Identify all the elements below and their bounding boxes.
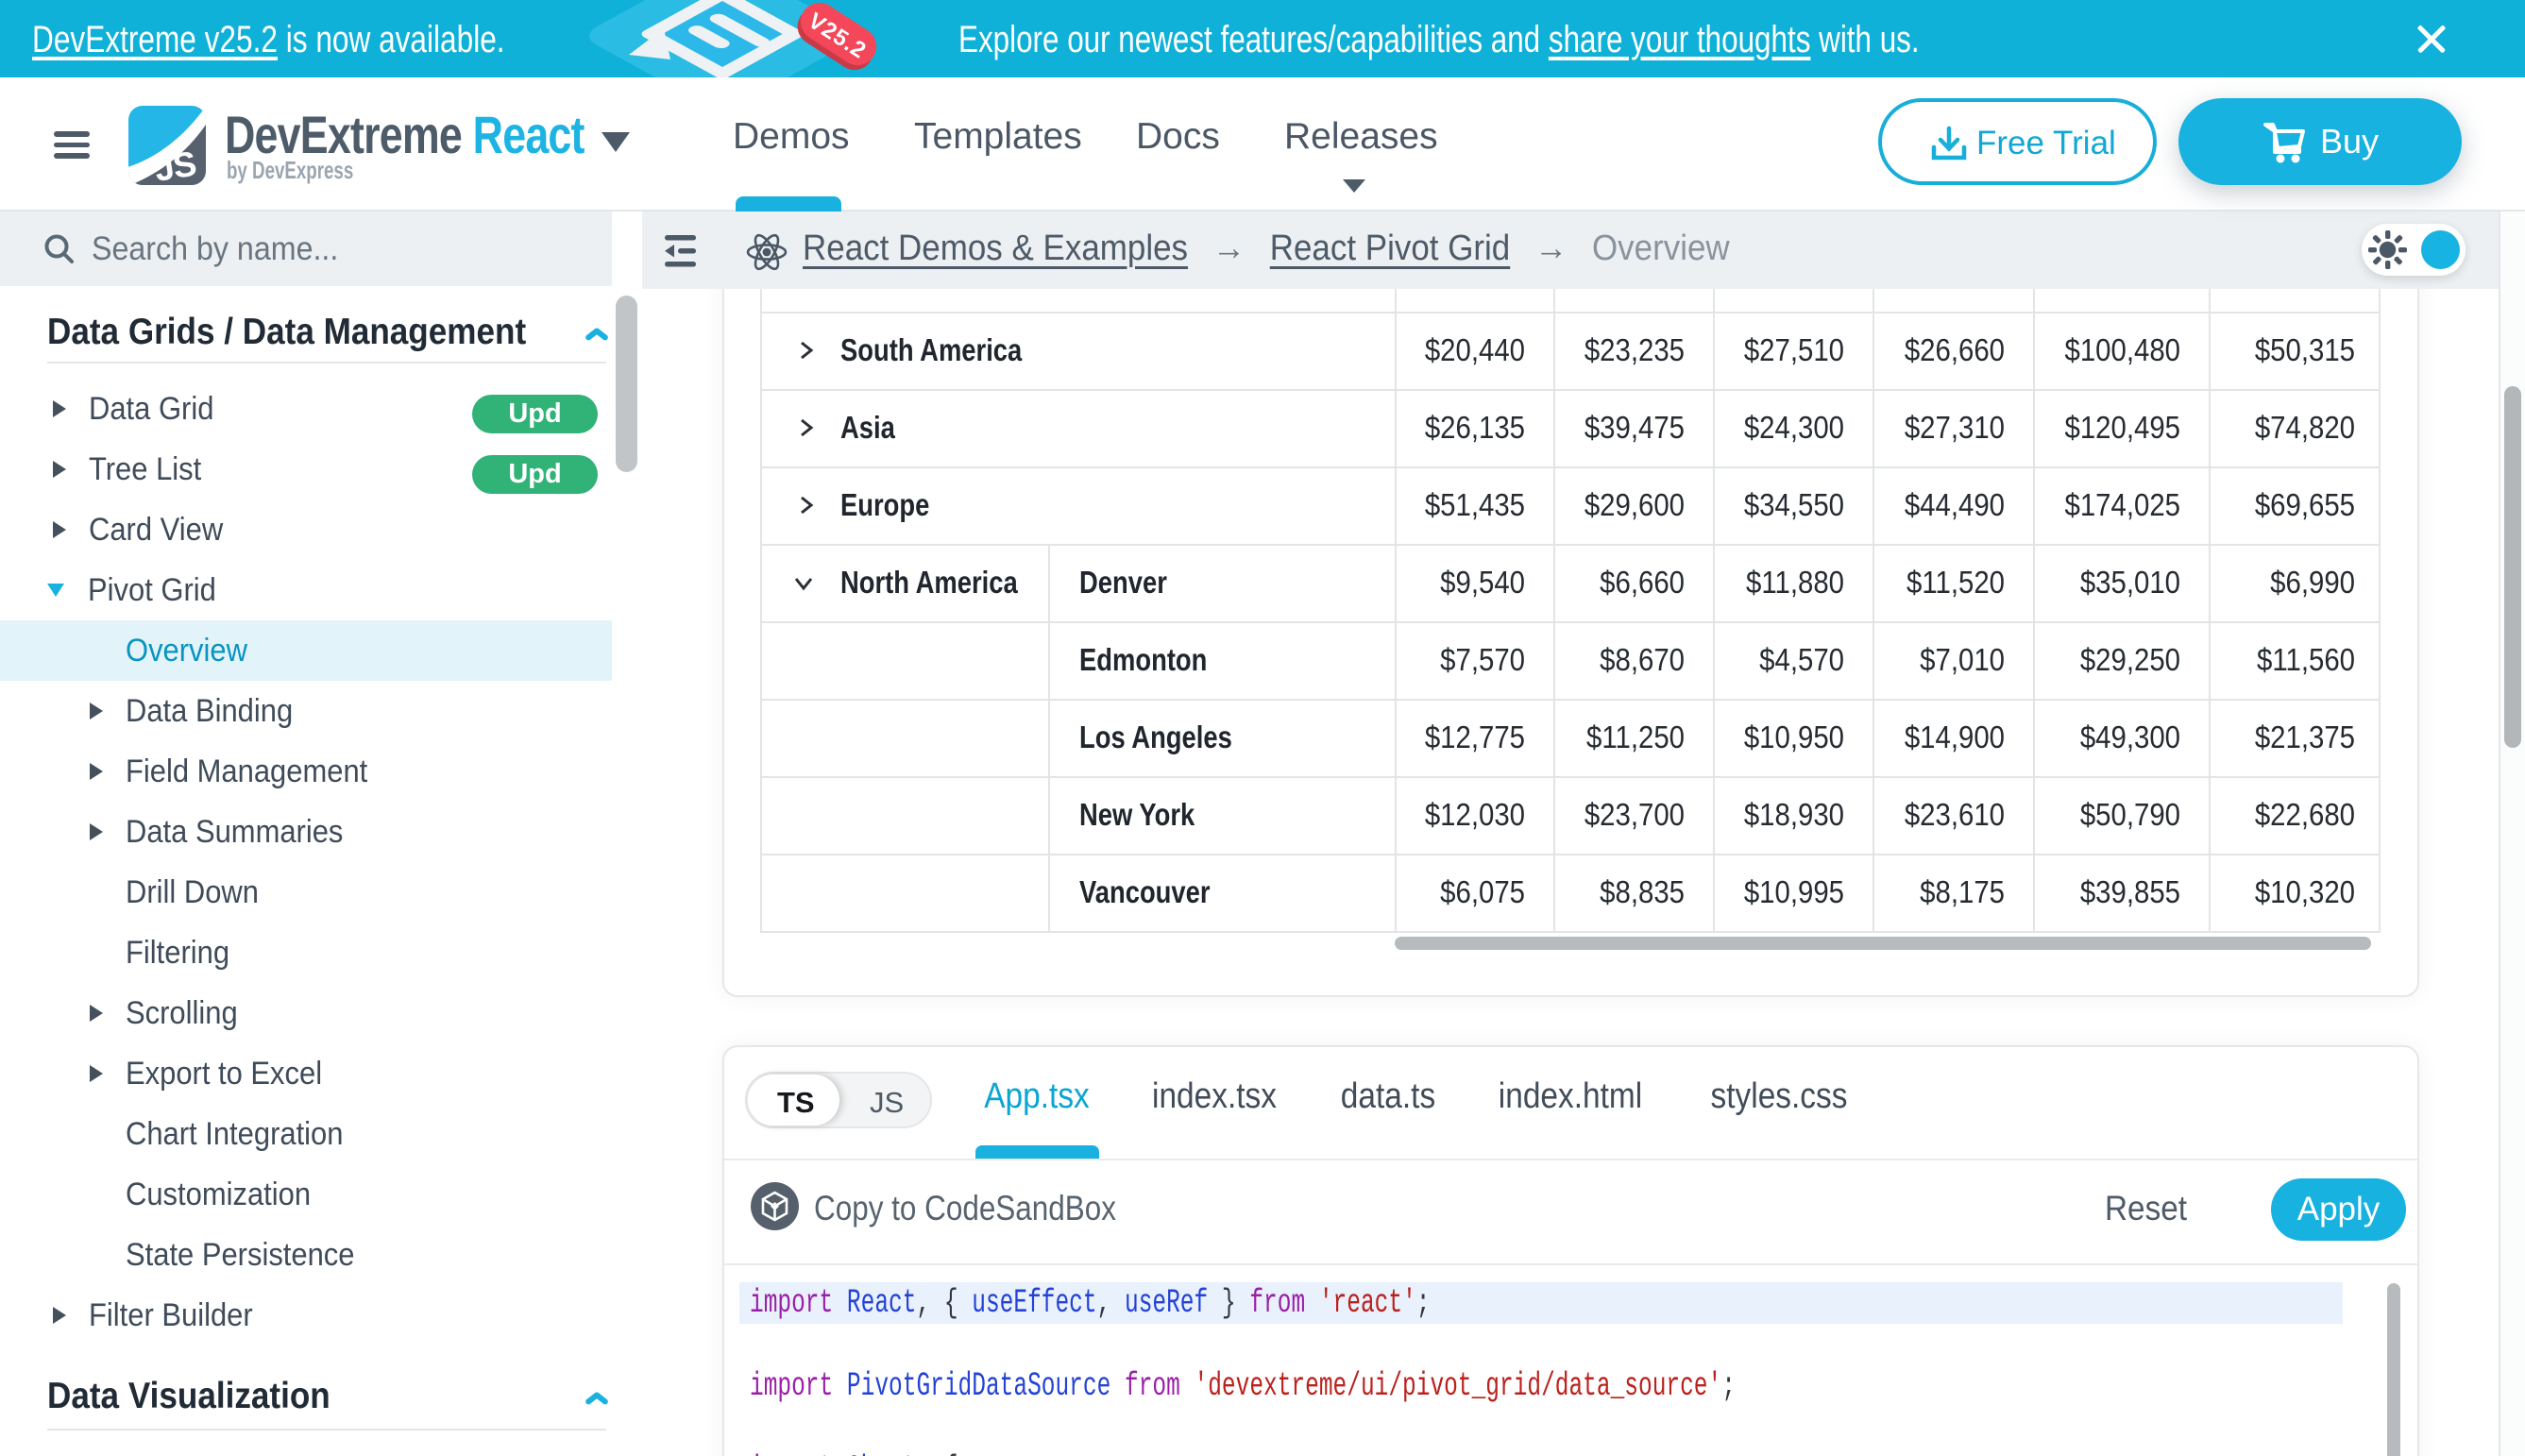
svg-text:JS: JS — [152, 144, 198, 185]
